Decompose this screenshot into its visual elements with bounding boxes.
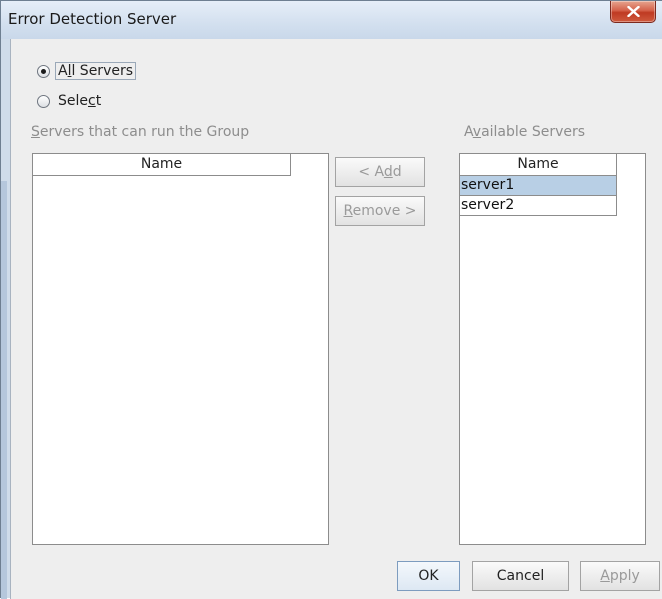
left-name-column-header[interactable]: Name <box>33 154 291 176</box>
remove-button[interactable]: Remove > <box>335 196 425 226</box>
dialog-window: Error Detection Server All Servers Selec… <box>0 0 662 599</box>
server-row[interactable]: server1 <box>460 176 617 196</box>
close-icon <box>627 6 640 17</box>
all-servers-radio-indicator[interactable] <box>37 64 50 78</box>
title-bar[interactable]: Error Detection Server <box>1 1 662 39</box>
window-frame-accent <box>1 181 7 599</box>
apply-button[interactable]: Apply <box>580 561 660 591</box>
select-radio-indicator[interactable] <box>37 94 50 108</box>
server-row[interactable]: server2 <box>460 196 617 216</box>
server-row-label: server1 <box>461 177 515 193</box>
servers-can-run-label: Servers that can run the Group <box>31 124 250 140</box>
select-label: Select <box>58 93 102 109</box>
cancel-button[interactable]: Cancel <box>472 561 569 591</box>
ok-button[interactable]: OK <box>397 561 460 591</box>
window-title: Error Detection Server <box>8 10 177 28</box>
add-button[interactable]: < Add <box>335 157 425 187</box>
close-button[interactable] <box>610 1 656 23</box>
dialog-content: All Servers Select Servers that can run … <box>10 39 662 599</box>
select-radio[interactable]: Select <box>37 93 101 109</box>
server-row-label: server2 <box>461 197 515 213</box>
right-name-column-header[interactable]: Name <box>460 154 617 176</box>
available-servers-label: Available Servers <box>464 124 586 140</box>
all-servers-label: All Servers <box>54 62 137 80</box>
servers-can-run-list[interactable]: Name <box>32 153 329 545</box>
available-servers-list[interactable]: Name server1 server2 <box>459 153 646 545</box>
all-servers-radio[interactable]: All Servers <box>37 62 137 80</box>
